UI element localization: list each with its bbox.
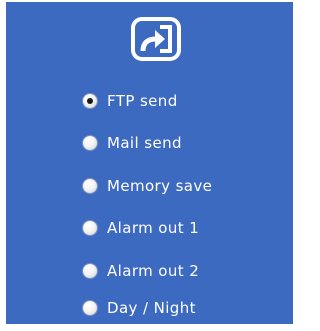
export-arrow-icon [130,16,182,62]
option-label: Mail send [107,133,182,152]
option-ftp-send[interactable]: FTP send [83,88,178,114]
action-panel: FTP send Mail send Memory save Alarm out… [6,2,293,324]
radio-button[interactable] [83,264,97,278]
option-label: Memory save [107,176,213,195]
option-memory-save[interactable]: Memory save [83,173,212,199]
option-alarm-out-2[interactable]: Alarm out 2 [83,258,199,284]
option-label: FTP send [107,91,178,110]
radio-button[interactable] [83,179,97,193]
radio-button[interactable] [83,94,97,108]
option-mail-send[interactable]: Mail send [83,130,182,156]
option-day-night[interactable]: Day / Night [83,295,196,321]
option-label: Alarm out 1 [107,218,200,237]
option-label: Day / Night [107,298,196,317]
radio-button[interactable] [83,221,97,235]
radio-button[interactable] [83,301,97,315]
radio-button[interactable] [83,136,97,150]
option-alarm-out-1[interactable]: Alarm out 1 [83,215,199,241]
radio-selected-dot [87,98,93,104]
option-label: Alarm out 2 [107,261,200,280]
